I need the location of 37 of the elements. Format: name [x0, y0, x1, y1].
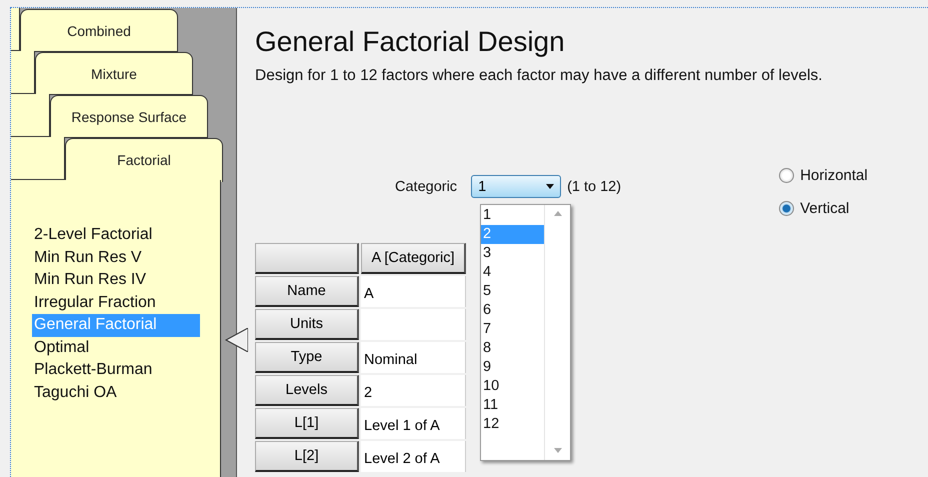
table-cell[interactable]: Level 2 of A — [361, 441, 466, 472]
design-item[interactable]: Taguchi OA — [32, 382, 200, 404]
pointer-icon — [224, 328, 248, 352]
description: Design for 1 to 12 factors where each factor may have a different number of levels. — [255, 67, 824, 85]
table-cell[interactable]: A — [361, 276, 466, 307]
scroll-up-icon[interactable] — [554, 211, 562, 217]
design-item[interactable]: Plackett-Burman — [32, 359, 200, 382]
radio-label: Horizontal — [800, 167, 868, 184]
table-cell[interactable]: Nominal — [361, 342, 466, 373]
design-item[interactable]: 2-Level Factorial — [32, 224, 200, 246]
page-title: General Factorial Design — [255, 26, 566, 58]
caret-icon — [546, 184, 554, 190]
tab[interactable]: Factorial — [65, 138, 223, 182]
tab[interactable]: Mixture — [35, 52, 193, 95]
tab[interactable]: Response Surface — [50, 95, 208, 138]
orientation-radio[interactable]: Horizontal — [779, 167, 868, 184]
factor-count-dropdown[interactable]: 1 — [471, 175, 562, 198]
row-header[interactable]: Units — [255, 309, 359, 340]
tab[interactable]: Combined — [20, 9, 178, 52]
table-cell[interactable]: Level 1 of A — [361, 408, 466, 439]
row-header[interactable]: Name — [255, 276, 359, 307]
range-hint: (1 to 12) — [567, 178, 622, 194]
radio-label: Vertical — [800, 200, 850, 217]
row-header[interactable]: Type — [255, 342, 359, 373]
scroll-down-icon[interactable] — [554, 448, 562, 454]
column-header[interactable]: A [Categoric] — [361, 243, 466, 274]
row-header[interactable]: L[1] — [255, 408, 359, 439]
row-header[interactable]: Levels — [255, 375, 359, 406]
design-item[interactable]: Min Run Res V — [32, 246, 200, 269]
row-header[interactable]: L[2] — [255, 441, 359, 472]
table-cell[interactable]: 2 — [361, 375, 466, 406]
orientation-radio[interactable]: Vertical — [779, 200, 868, 217]
design-item[interactable]: Min Run Res IV — [32, 269, 200, 292]
design-item[interactable]: Optimal — [32, 336, 200, 359]
factor-count-label: Categoric — [395, 178, 458, 194]
design-item[interactable]: Irregular Fraction — [32, 292, 200, 314]
table-cell[interactable] — [361, 309, 466, 340]
